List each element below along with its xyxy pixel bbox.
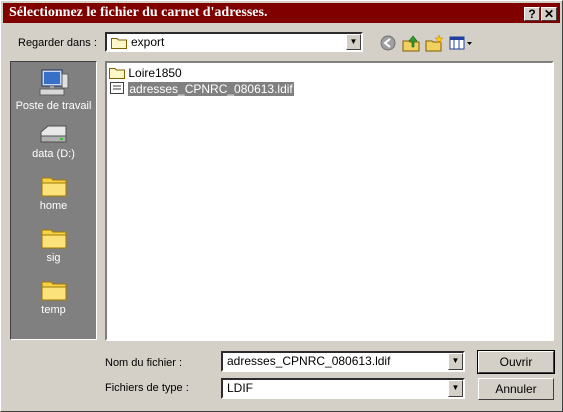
sidebar-item-data-d[interactable]: data (D:) xyxy=(11,122,96,160)
lookin-value: export xyxy=(131,35,165,49)
up-folder-icon[interactable] xyxy=(401,33,421,53)
chevron-down-icon[interactable]: ▼ xyxy=(448,353,463,370)
filename-value: adresses_CPNRC_080613.ldif xyxy=(227,354,391,368)
filename-label: Nom du fichier : xyxy=(105,357,183,369)
close-button[interactable]: ✕ xyxy=(541,7,557,21)
sidebar-item-poste-de-travail[interactable]: Poste de travail xyxy=(11,68,96,112)
view-menu-icon[interactable] xyxy=(448,33,474,53)
filetype-value: LDIF xyxy=(227,381,254,395)
dialog-title: Sélectionnez le fichier du carnet d'adre… xyxy=(9,5,268,20)
filename-field[interactable]: adresses_CPNRC_080613.ldif ▼ xyxy=(221,351,465,372)
chevron-down-icon[interactable]: ▼ xyxy=(448,380,463,397)
lookin-label: Regarder dans : xyxy=(18,37,97,49)
open-button[interactable]: Ouvrir xyxy=(477,350,555,374)
cancel-button[interactable]: Annuler xyxy=(478,378,554,400)
file-name: adresses_CPNRC_080613.ldif xyxy=(128,82,294,96)
folder-icon xyxy=(41,281,66,301)
file-icon xyxy=(110,82,124,94)
filetype-label: Fichiers de type : xyxy=(105,382,189,394)
folder-icon xyxy=(41,229,66,249)
sidebar-item-label: sig xyxy=(46,252,61,264)
list-item[interactable]: adresses_CPNRC_080613.ldif xyxy=(109,81,294,97)
sidebar-item-label: Poste de travail xyxy=(15,100,92,112)
sidebar-item-sig[interactable]: sig xyxy=(11,224,96,264)
chevron-down-icon[interactable]: ▼ xyxy=(346,34,361,50)
sidebar-item-home[interactable]: home xyxy=(11,172,96,212)
list-item[interactable]: Loire1850 xyxy=(109,65,182,81)
filetype-select[interactable]: LDIF ▼ xyxy=(221,378,465,399)
file-dialog: Sélectionnez le fichier du carnet d'adre… xyxy=(0,0,563,412)
folder-icon xyxy=(111,38,127,49)
places-bar: Poste de travail data (D:) home sig temp xyxy=(10,61,97,340)
lookin-combo[interactable]: export ▼ xyxy=(105,32,363,52)
back-icon[interactable] xyxy=(378,33,398,53)
sidebar-item-label: home xyxy=(39,200,68,212)
folder-icon xyxy=(109,68,125,79)
help-button[interactable]: ? xyxy=(524,7,540,21)
title-bar[interactable]: Sélectionnez le fichier du carnet d'adre… xyxy=(3,3,560,23)
sidebar-item-label: data (D:) xyxy=(32,148,75,160)
sidebar-item-label: temp xyxy=(41,304,66,316)
folder-icon xyxy=(41,177,66,197)
new-folder-icon[interactable] xyxy=(424,33,444,53)
file-name: Loire1850 xyxy=(128,66,182,80)
sidebar-item-temp[interactable]: temp xyxy=(11,276,96,316)
file-list[interactable]: Loire1850 adresses_CPNRC_080613.ldif xyxy=(105,61,554,341)
computer-icon xyxy=(39,69,68,96)
drive-icon xyxy=(40,125,66,143)
